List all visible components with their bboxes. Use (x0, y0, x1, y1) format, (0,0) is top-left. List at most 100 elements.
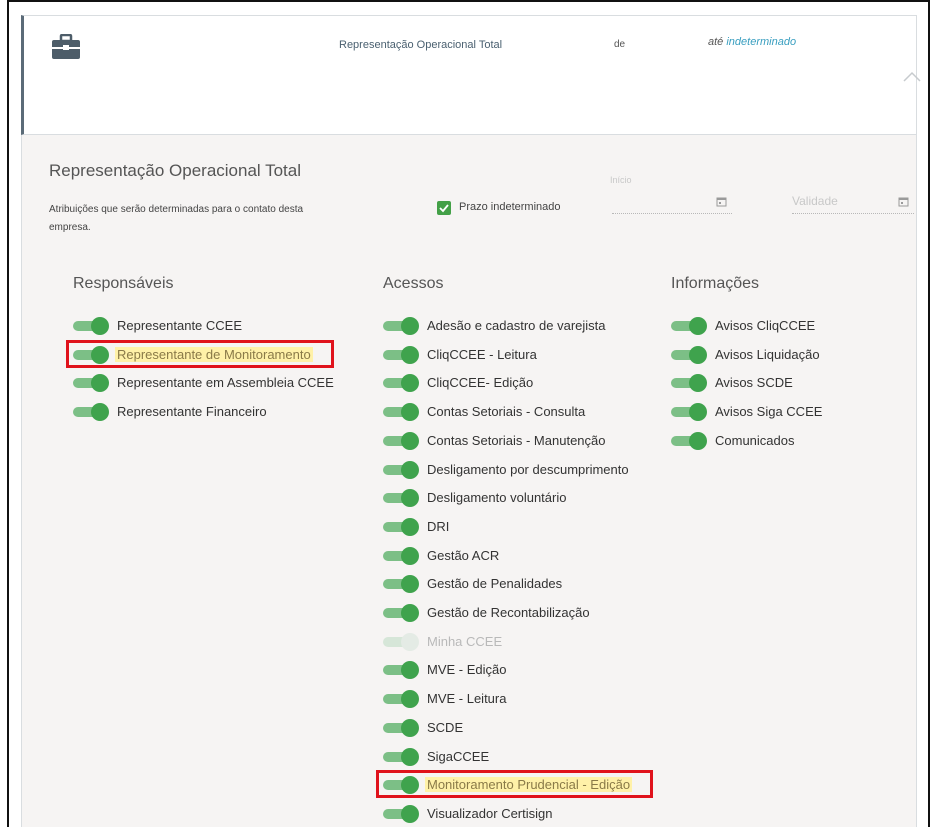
toggle-label: Avisos Siga CCEE (715, 404, 823, 420)
toggle-label: Representante CCEE (117, 318, 243, 333)
toggle-knob (401, 604, 419, 622)
toggle-knob (401, 632, 419, 651)
toggle-knob (401, 374, 419, 393)
representation-header-card[interactable]: Representação Operacional Total de até i… (21, 15, 921, 135)
toggle-knob (689, 403, 707, 422)
header-title: Representação Operacional Total (339, 39, 503, 51)
informacoes-title: Informações (671, 275, 760, 292)
toggle-label: MVE - Edição (427, 662, 507, 678)
toggle-label: Contas Setoriais - Consulta (427, 404, 586, 420)
toggle-label: Visualizador Certisign (427, 805, 553, 821)
toggle-label: Adesão e cadastro de varejista (427, 318, 606, 333)
annotation-highlight-box (66, 339, 334, 368)
toggle-knob (401, 546, 419, 565)
toggle-knob (401, 345, 419, 364)
validade-date-field[interactable]: Validade (792, 191, 914, 214)
toggle-knob (401, 403, 419, 422)
toggle-label: Avisos CliqCCEE (715, 318, 816, 333)
toggle-switch (383, 632, 421, 651)
calendar-icon[interactable] (716, 196, 727, 207)
toggle-switch[interactable] (383, 403, 421, 422)
toggle-label: Minha CCEE (427, 633, 503, 649)
toggle-knob (689, 374, 707, 393)
toggle-knob (91, 317, 109, 335)
toggle-label: SCDE (427, 719, 464, 735)
toggle-label: Avisos Liquidação (715, 346, 820, 362)
briefcase-icon (52, 34, 80, 59)
toggle-knob (401, 431, 419, 450)
toggle-label: Gestão de Recontabilização (427, 605, 590, 620)
responsaveis-title: Responsáveis (73, 275, 174, 292)
toggle-label: MVE - Leitura (427, 691, 507, 707)
toggle-knob (91, 374, 109, 393)
toggle-label: Contas Setoriais - Manutenção (427, 432, 606, 448)
representation-panel: Representação Operacional Total Atribuiç… (21, 135, 917, 827)
toggle-knob (401, 804, 419, 823)
toggle-label: CliqCCEE - Leitura (427, 346, 537, 362)
toggle-knob (689, 317, 707, 335)
toggle-switch[interactable] (383, 374, 421, 393)
toggle-switch[interactable] (383, 661, 421, 680)
toggle-label: Comunicados (715, 432, 795, 448)
toggle-label: Desligamento por descumprimento (427, 461, 629, 477)
toggle-knob (689, 345, 707, 364)
toggle-switch[interactable] (73, 317, 111, 335)
toggle-switch[interactable] (383, 317, 421, 335)
toggle-label: Gestão de Penalidades (427, 576, 563, 592)
header-end-label: até (708, 36, 724, 48)
toggle-switch[interactable] (671, 317, 709, 335)
acessos-title: Acessos (383, 275, 444, 292)
toggle-switch[interactable] (671, 403, 709, 422)
toggle-label: Representante Financeiro (117, 404, 267, 420)
toggle-switch[interactable] (383, 804, 421, 823)
toggle-switch[interactable] (671, 374, 709, 393)
inicio-label: Início (610, 175, 632, 185)
toggle-switch[interactable] (671, 431, 709, 450)
toggle-label: DRI (427, 518, 450, 534)
toggle-switch[interactable] (383, 690, 421, 709)
toggle-knob (91, 403, 109, 422)
panel-description: Atribuições que serão determinadas para … (49, 204, 304, 233)
toggle-knob (401, 317, 419, 335)
header-start-label: de (614, 39, 626, 50)
toggle-switch[interactable] (383, 546, 421, 565)
toggle-label: CliqCCEE- Edição (427, 375, 534, 391)
toggle-switch[interactable] (383, 489, 421, 508)
toggle-knob (401, 747, 419, 766)
toggle-label: SigaCCEE (427, 748, 490, 764)
screenshot-border-left (7, 0, 9, 827)
toggle-knob (689, 431, 707, 450)
validade-placeholder: Validade (792, 194, 838, 208)
toggle-switch[interactable] (671, 345, 709, 364)
calendar-icon[interactable] (898, 196, 909, 207)
toggle-switch[interactable] (383, 431, 421, 450)
panel-title: Representação Operacional Total (49, 161, 302, 180)
check-icon (439, 204, 449, 213)
inicio-date-field[interactable] (612, 191, 732, 214)
toggle-knob (401, 575, 419, 594)
toggle-label: Gestão ACR (427, 547, 500, 563)
prazo-indeterminado-label: Prazo indeterminado (459, 201, 561, 213)
toggle-label: Desligamento voluntário (427, 490, 567, 506)
toggle-switch[interactable] (383, 747, 421, 766)
toggle-label: Representante em Assembleia CCEE (117, 375, 334, 391)
toggle-switch[interactable] (383, 718, 421, 737)
toggle-knob (401, 460, 419, 479)
toggle-switch[interactable] (383, 517, 421, 536)
header-end-value: indeterminado (726, 36, 797, 48)
toggle-knob (401, 517, 419, 536)
prazo-indeterminado-checkbox[interactable] (437, 201, 451, 215)
chevron-up-icon[interactable] (902, 68, 922, 84)
annotation-highlight-box (376, 770, 653, 799)
screenshot-border-top (7, 0, 930, 2)
toggle-switch[interactable] (383, 604, 421, 622)
toggle-knob (401, 718, 419, 737)
toggle-knob (401, 489, 419, 508)
toggle-switch[interactable] (383, 460, 421, 479)
toggle-switch[interactable] (383, 345, 421, 364)
toggle-knob (401, 690, 419, 709)
toggle-label: Avisos SCDE (715, 375, 793, 391)
toggle-switch[interactable] (383, 575, 421, 594)
toggle-switch[interactable] (73, 374, 111, 393)
toggle-switch[interactable] (73, 403, 111, 422)
